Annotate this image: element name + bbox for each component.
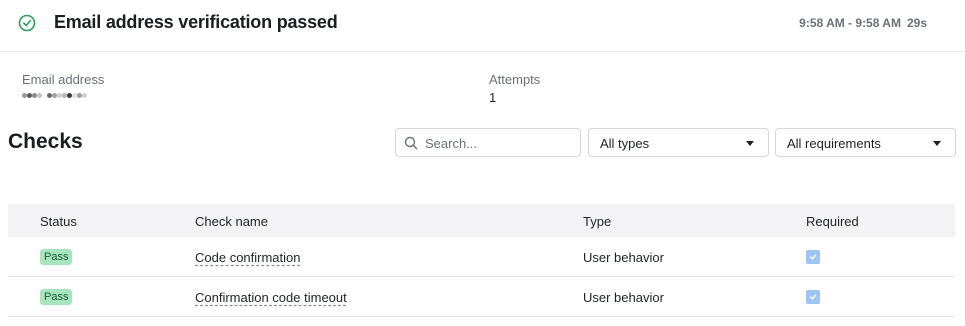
- header: Email address verification passed 9:58 A…: [0, 0, 965, 52]
- requirement-filter-label: All requirements: [787, 136, 881, 151]
- checks-table: Status Check name Type Required Pass Cod…: [8, 204, 955, 317]
- attempts-value: 1: [489, 90, 497, 105]
- search-box[interactable]: [395, 128, 581, 157]
- checkmark-icon: [809, 254, 817, 260]
- page-title: Email address verification passed: [54, 12, 338, 32]
- check-type: User behavior: [583, 250, 664, 265]
- column-status[interactable]: Status: [40, 214, 77, 229]
- column-required[interactable]: Required: [806, 214, 859, 229]
- chevron-down-icon: [933, 141, 941, 146]
- column-type[interactable]: Type: [583, 214, 611, 229]
- time-range-value: 9:58 AM - 9:58 AM: [799, 16, 901, 30]
- table-row[interactable]: Pass Code confirmation User behavior: [8, 237, 955, 277]
- email-label: Email address: [22, 72, 105, 87]
- column-check-name[interactable]: Check name: [195, 214, 268, 229]
- chevron-down-icon: [746, 141, 754, 146]
- required-checkbox: [806, 290, 820, 304]
- checks-title: Checks: [8, 130, 83, 153]
- required-checkbox: [806, 250, 820, 264]
- email-value-redacted: [22, 90, 102, 104]
- search-input[interactable]: [425, 133, 575, 153]
- type-filter-select[interactable]: All types: [588, 128, 769, 157]
- check-name-link[interactable]: Code confirmation: [195, 250, 301, 265]
- search-icon: [404, 136, 418, 150]
- type-filter-label: All types: [600, 136, 650, 151]
- check-name-link[interactable]: Confirmation code timeout: [195, 290, 347, 305]
- attempts-label: Attempts: [489, 72, 541, 87]
- table-header: Status Check name Type Required: [8, 204, 955, 237]
- duration: 29s: [906, 16, 927, 30]
- status-badge: Pass: [40, 289, 73, 305]
- status-badge: Pass: [40, 249, 73, 265]
- check-circle-icon: [18, 14, 36, 32]
- requirement-filter-select[interactable]: All requirements: [775, 128, 956, 157]
- time-range: 9:58 AM - 9:58 AM 29s: [799, 16, 927, 30]
- checkmark-icon: [809, 294, 817, 300]
- table-row[interactable]: Pass Confirmation code timeout User beha…: [8, 277, 955, 317]
- check-type: User behavior: [583, 290, 664, 305]
